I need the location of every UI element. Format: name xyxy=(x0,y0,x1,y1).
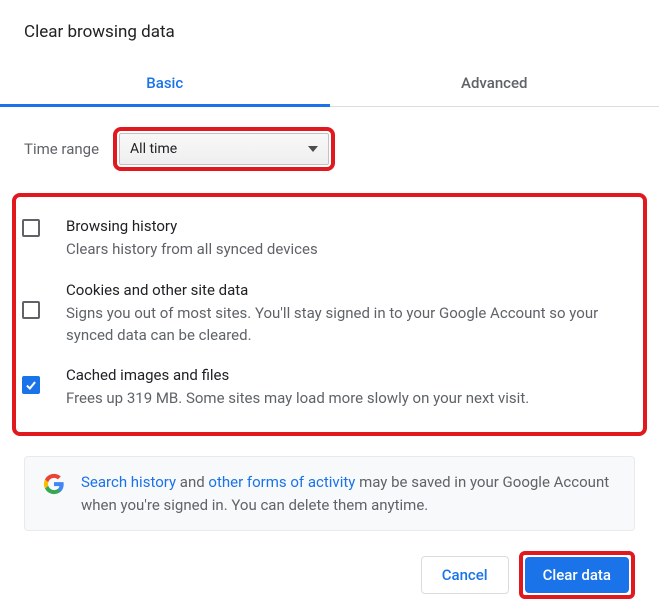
annotation-highlight: Clear data xyxy=(519,551,635,599)
info-text: Search history and other forms of activi… xyxy=(81,471,616,516)
time-range-select[interactable]: All time xyxy=(119,133,329,165)
google-logo-icon xyxy=(43,473,65,495)
other-activity-link[interactable]: other forms of activity xyxy=(208,473,355,491)
tab-advanced[interactable]: Advanced xyxy=(330,60,659,106)
option-title: Cached images and files xyxy=(66,366,619,384)
time-range-value: All time xyxy=(130,141,177,157)
google-account-info: Search history and other forms of activi… xyxy=(24,456,635,531)
tab-basic[interactable]: Basic xyxy=(0,60,330,106)
search-history-link[interactable]: Search history xyxy=(81,473,176,491)
annotation-highlight: All time xyxy=(113,127,335,171)
dialog-title: Clear browsing data xyxy=(0,0,659,60)
dialog-buttons: Cancel Clear data xyxy=(0,531,659,615)
checkbox-cookies[interactable] xyxy=(22,301,40,319)
checkbox-cache[interactable] xyxy=(22,376,40,394)
time-range-label: Time range xyxy=(24,140,99,158)
chevron-down-icon xyxy=(308,146,318,152)
annotation-highlight: Browsing history Clears history from all… xyxy=(12,193,647,436)
option-description: Signs you out of most sites. You'll stay… xyxy=(66,303,619,347)
checkbox-browsing-history[interactable] xyxy=(22,219,40,237)
clear-browsing-data-dialog: Clear browsing data Basic Advanced Time … xyxy=(0,0,659,615)
option-cache: Cached images and files Frees up 319 MB.… xyxy=(16,356,643,420)
time-range-row: Time range All time xyxy=(24,127,635,171)
tabs: Basic Advanced xyxy=(0,60,659,107)
checkmark-icon xyxy=(24,377,38,393)
options-list: Browsing history Clears history from all… xyxy=(16,197,643,432)
cancel-button[interactable]: Cancel xyxy=(421,556,509,594)
clear-data-button[interactable]: Clear data xyxy=(525,557,629,593)
option-title: Browsing history xyxy=(66,217,619,235)
option-browsing-history: Browsing history Clears history from all… xyxy=(16,207,643,271)
dialog-content: Time range All time xyxy=(0,107,659,171)
option-title: Cookies and other site data xyxy=(66,281,619,299)
option-description: Clears history from all synced devices xyxy=(66,239,619,261)
option-cookies: Cookies and other site data Signs you ou… xyxy=(16,271,643,357)
option-description: Frees up 319 MB. Some sites may load mor… xyxy=(66,388,619,410)
